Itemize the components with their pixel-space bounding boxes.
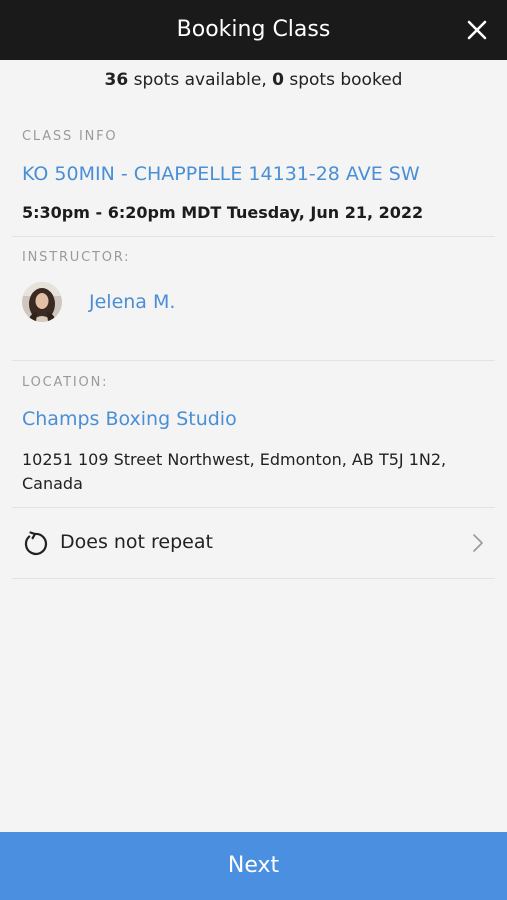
repeat-label: Does not repeat [60, 531, 213, 553]
header-bar: Booking Class [0, 0, 507, 60]
close-icon [467, 20, 487, 40]
avatar-image [22, 282, 62, 322]
divider [12, 236, 495, 237]
divider [12, 360, 495, 361]
spots-available-text: spots available, [128, 70, 273, 90]
class-info-label: CLASS INFO [22, 129, 118, 144]
close-button[interactable] [461, 14, 493, 46]
instructor-name-link[interactable]: Jelena M. [89, 291, 175, 313]
divider [12, 578, 495, 579]
location-name-link[interactable]: Champs Boxing Studio [22, 408, 237, 430]
chevron-right-icon [473, 534, 483, 552]
page-title: Booking Class [176, 17, 331, 42]
spots-booked-text: spots booked [283, 70, 403, 90]
spots-booked-count: 0 [272, 70, 284, 90]
location-address: 10251 109 Street Northwest, Edmonton, AB… [22, 450, 447, 493]
repeat-option-row[interactable]: Does not repeat [12, 508, 495, 578]
class-name-link[interactable]: KO 50MIN - CHAPPELLE 14131-28 AVE SW [22, 163, 420, 185]
instructor-label: INSTRUCTOR: [22, 250, 131, 265]
repeat-icon [24, 531, 48, 556]
next-button[interactable]: Next [0, 832, 507, 900]
spots-available-count: 36 [104, 70, 129, 90]
class-schedule: 5:30pm - 6:20pm MDT Tuesday, Jun 21, 202… [22, 203, 424, 222]
spots-summary: 36 spots available, 0 spots booked [0, 70, 507, 90]
instructor-avatar[interactable] [22, 282, 62, 322]
location-label: LOCATION: [22, 375, 109, 390]
